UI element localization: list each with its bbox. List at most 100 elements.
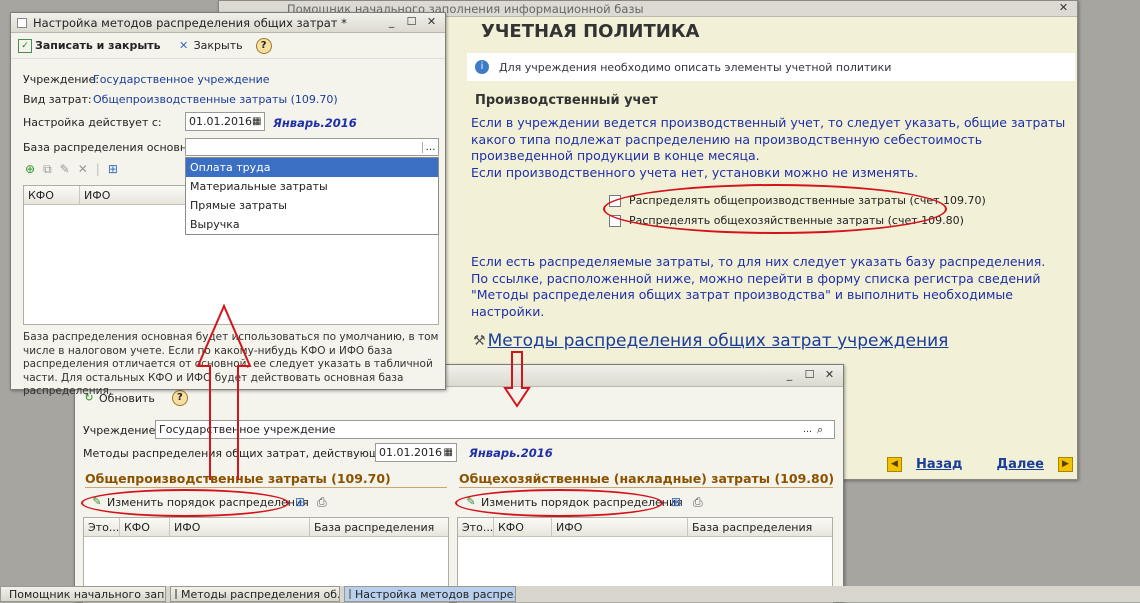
left-divider <box>85 487 447 488</box>
taskbar-tab-label: Настройка методов распре... <box>355 587 516 601</box>
nav-buttons: ◀ Назад Далее ▶ <box>887 457 1073 472</box>
print-icon[interactable]: ⎙ <box>693 495 703 510</box>
base-label: База распределения основная: <box>23 141 205 154</box>
back-arrow-icon[interactable]: ◀ <box>887 457 902 472</box>
inst-value: Государственное учреждение <box>159 423 336 436</box>
close-icon[interactable]: ✕ <box>822 369 837 382</box>
methods-date-value: 01.01.2016 <box>379 446 442 459</box>
minimize-icon[interactable]: _ <box>384 16 399 29</box>
save-close-button[interactable]: ✓ Записать и закрыть <box>15 37 164 55</box>
ellipsis-icon[interactable]: … <box>803 425 817 435</box>
assistant-heading: УЧЕТНАЯ ПОЛИТИКА <box>481 21 700 42</box>
cost-value[interactable]: Общепроизводственные затраты (109.70) <box>93 93 338 106</box>
date-field[interactable]: 01.01.2016 ▦ <box>185 112 265 131</box>
paragraph-2: Если есть распределяемые затраты, то для… <box>471 254 1046 319</box>
period: Январь.2016 <box>273 116 357 130</box>
settings-title: Настройка методов распределения общих за… <box>33 15 347 30</box>
settings-toolbar: ✓ Записать и закрыть ✕ Закрыть ? <box>11 33 445 59</box>
settings-window: Настройка методов распределения общих за… <box>10 12 446 397</box>
maximize-icon[interactable]: ☐ <box>404 16 419 29</box>
base-field[interactable]: … <box>185 138 439 156</box>
methods-link[interactable]: Методы распределения общих затрат учрежд… <box>488 331 949 351</box>
right-table-header: Это... КФО ИФО База распределения <box>458 518 832 537</box>
highlight-oval-right <box>455 489 663 517</box>
methods-window: _ ☐ ✕ ↻ Обновить ? Учреждение: Государств… <box>74 364 844 603</box>
cost-label: Вид затрат: <box>23 93 92 106</box>
col-ifo[interactable]: ИФО <box>552 518 688 536</box>
taskbar-tab-label: Методы распределения об... <box>181 587 340 601</box>
section-title: Производственный учет <box>475 93 658 108</box>
copy-icon[interactable]: ⧉ <box>43 162 52 177</box>
edit-icon[interactable]: ✎ <box>60 162 70 177</box>
paragraph-1b-text: Если производственного учета нет, устано… <box>471 164 919 180</box>
col-base[interactable]: База распределения <box>310 518 448 536</box>
col-this[interactable]: Это... <box>458 518 494 536</box>
highlight-oval-left <box>81 489 289 517</box>
close-label: Закрыть <box>193 39 243 52</box>
dropdown-list: Оплата труда Материальные затраты Прямые… <box>185 157 439 235</box>
tab-icon <box>175 589 177 599</box>
calendar-icon[interactable]: ▦ <box>252 116 261 127</box>
taskbar-tab-assistant[interactable]: Помощник начального зап... <box>0 586 166 602</box>
close-icon[interactable]: ✕ <box>1056 2 1071 15</box>
dropdown-option[interactable]: Материальные затраты <box>186 177 438 196</box>
maximize-icon[interactable]: ☐ <box>802 369 817 382</box>
help-button[interactable]: ? <box>255 37 272 54</box>
calendar-icon[interactable]: ▦ <box>444 447 453 458</box>
close-icon[interactable]: ✕ <box>424 16 439 29</box>
add-icon[interactable]: ⊕ <box>25 162 35 177</box>
col-this[interactable]: Это... <box>84 518 120 536</box>
right-section-title: Общехозяйственные (накладные) затраты (1… <box>459 471 835 486</box>
col-kfo[interactable]: КФО <box>120 518 170 536</box>
tools-icon: ⚒ <box>473 333 486 349</box>
date-value: 01.01.2016 <box>189 115 252 128</box>
settings-titlebar: Настройка методов распределения общих за… <box>11 13 445 33</box>
tab-icon <box>349 589 351 599</box>
methods-date-field[interactable]: 01.01.2016 ▦ <box>375 443 457 462</box>
add-row-icon[interactable]: ⊞ <box>671 495 681 509</box>
inst-value[interactable]: Государственное учреждение <box>93 73 270 86</box>
left-table-header: Это... КФО ИФО База распределения <box>84 518 448 537</box>
row-toolbar: ⊕ ⧉ ✎ ✕ | ⊞ <box>25 162 118 177</box>
highlight-oval-checkboxes <box>603 184 947 234</box>
methods-period: Январь.2016 <box>469 446 553 460</box>
info-text: Для учреждения необходимо описать элемен… <box>499 60 892 74</box>
next-arrow-icon[interactable]: ▶ <box>1058 457 1073 472</box>
save-close-label: Записать и закрыть <box>35 39 161 52</box>
separator: | <box>95 162 100 176</box>
back-button[interactable]: Назад <box>916 457 962 472</box>
left-section-title: Общепроизводственные затраты (109.70) <box>85 471 391 486</box>
dropdown-option[interactable]: Оплата труда <box>186 158 438 177</box>
fill-icon[interactable]: ⊞ <box>108 162 118 177</box>
methods-date-label: Методы распределения общих затрат, дейст… <box>83 447 415 460</box>
note: База распределения основная будет исполь… <box>23 331 439 397</box>
taskbar-tab-label: Помощник начального зап... <box>9 587 166 601</box>
taskbar-tab-methods[interactable]: Методы распределения об... <box>170 586 340 602</box>
search-icon[interactable]: ⌕ <box>817 423 831 437</box>
col-kfo[interactable]: КФО <box>494 518 552 536</box>
date-label: Настройка действует с: <box>23 116 162 129</box>
add-row-icon[interactable]: ⊞ <box>295 495 305 509</box>
save-check-icon: ✓ <box>18 38 32 53</box>
ellipsis-icon[interactable]: … <box>422 141 438 153</box>
methods-link-row[interactable]: ⚒ Методы распределения общих затрат учре… <box>473 331 948 351</box>
print-icon[interactable]: ⎙ <box>317 495 327 510</box>
app-icon <box>17 17 27 28</box>
dropdown-option[interactable]: Прямые затраты <box>186 196 438 215</box>
delete-icon[interactable]: ✕ <box>78 162 88 177</box>
paragraph-1: Если в учреждении ведется производственн… <box>471 115 1071 181</box>
col-base[interactable]: База распределения <box>688 518 832 536</box>
inst-label: Учреждение: <box>23 73 100 86</box>
minimize-icon[interactable]: _ <box>782 369 797 382</box>
close-x-icon: ✕ <box>179 38 189 52</box>
col-kfo[interactable]: КФО <box>24 186 80 204</box>
dropdown-option[interactable]: Выручка <box>186 215 438 234</box>
col-ifo[interactable]: ИФО <box>80 186 180 204</box>
taskbar-tab-settings[interactable]: Настройка методов распре... <box>344 586 516 602</box>
next-button[interactable]: Далее <box>996 457 1044 472</box>
info-bar: i Для учреждения необходимо описать элем… <box>467 53 1075 81</box>
col-ifo[interactable]: ИФО <box>170 518 310 536</box>
inst-label: Учреждение: <box>83 424 160 437</box>
close-button[interactable]: ✕ Закрыть <box>174 37 246 55</box>
inst-field[interactable]: Государственное учреждение … ⌕ <box>155 420 835 439</box>
